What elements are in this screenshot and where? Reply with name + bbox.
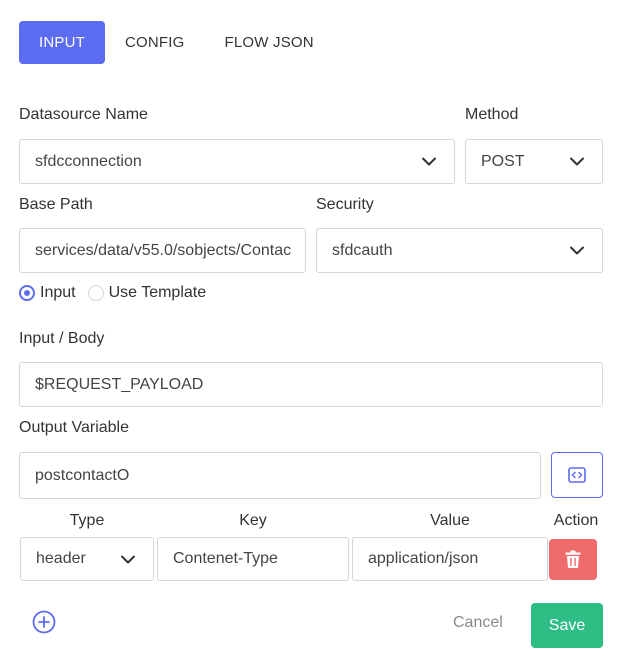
datasource-value: sfdcconnection — [35, 152, 142, 170]
tab-config[interactable]: CONFIG — [125, 21, 185, 64]
base-path-input[interactable]: services/data/v55.0/sobjects/Contact — [19, 228, 306, 273]
method-value: POST — [481, 152, 525, 170]
cancel-button[interactable]: Cancel — [453, 614, 503, 632]
datasource-select[interactable]: sfdcconnection — [19, 139, 455, 184]
param-key-value: Contenet-Type — [173, 550, 278, 567]
method-label: Method — [465, 106, 519, 123]
output-variable-value: postcontactO — [35, 466, 130, 484]
security-select[interactable]: sfdcauth — [316, 228, 603, 273]
column-header-key: Key — [239, 512, 267, 529]
input-mode-radio-group: Input Use Template — [19, 284, 218, 302]
chevron-down-icon — [570, 157, 584, 166]
trash-icon — [565, 550, 581, 568]
input-body-value: $REQUEST_PAYLOAD — [35, 375, 204, 393]
chevron-down-icon — [570, 246, 584, 255]
delete-row-button[interactable] — [549, 539, 597, 580]
input-body-field[interactable]: $REQUEST_PAYLOAD — [19, 362, 603, 407]
radio-input-label: Input — [40, 284, 76, 301]
plus-circle-icon[interactable] — [32, 610, 56, 634]
radio-unchecked-icon — [87, 285, 104, 301]
radio-input[interactable]: Input — [19, 284, 76, 302]
base-path-label: Base Path — [19, 196, 93, 213]
column-header-type: Type — [69, 512, 105, 529]
tab-flow-json[interactable]: FLOW JSON — [225, 21, 314, 64]
output-variable-label: Output Variable — [19, 419, 129, 436]
code-brackets-icon — [568, 467, 586, 483]
datasource-label: Datasource Name — [19, 106, 148, 123]
input-body-label: Input / Body — [19, 330, 105, 347]
param-value-input[interactable]: application/json — [352, 537, 548, 581]
security-label: Security — [316, 196, 374, 213]
base-path-value: services/data/v55.0/sobjects/Contact — [35, 241, 291, 259]
output-variable-input[interactable]: postcontactO — [19, 452, 541, 499]
param-key-input[interactable]: Contenet-Type — [157, 537, 349, 581]
save-button[interactable]: Save — [531, 603, 603, 648]
param-type-value: header — [36, 550, 86, 567]
column-header-value: Value — [430, 512, 470, 529]
tab-bar: INPUT CONFIG FLOW JSON — [19, 21, 314, 64]
column-header-action: Action — [553, 512, 599, 529]
radio-use-template[interactable]: Use Template — [87, 284, 207, 302]
code-editor-button[interactable] — [551, 452, 603, 498]
chevron-down-icon — [121, 555, 135, 563]
chevron-down-icon — [422, 157, 436, 166]
radio-use-template-label: Use Template — [108, 284, 207, 301]
param-type-select[interactable]: header — [20, 537, 154, 581]
param-value-value: application/json — [368, 550, 479, 567]
method-select[interactable]: POST — [465, 139, 603, 184]
security-value: sfdcauth — [332, 241, 393, 259]
radio-checked-icon — [19, 285, 35, 301]
tab-input[interactable]: INPUT — [19, 21, 105, 64]
